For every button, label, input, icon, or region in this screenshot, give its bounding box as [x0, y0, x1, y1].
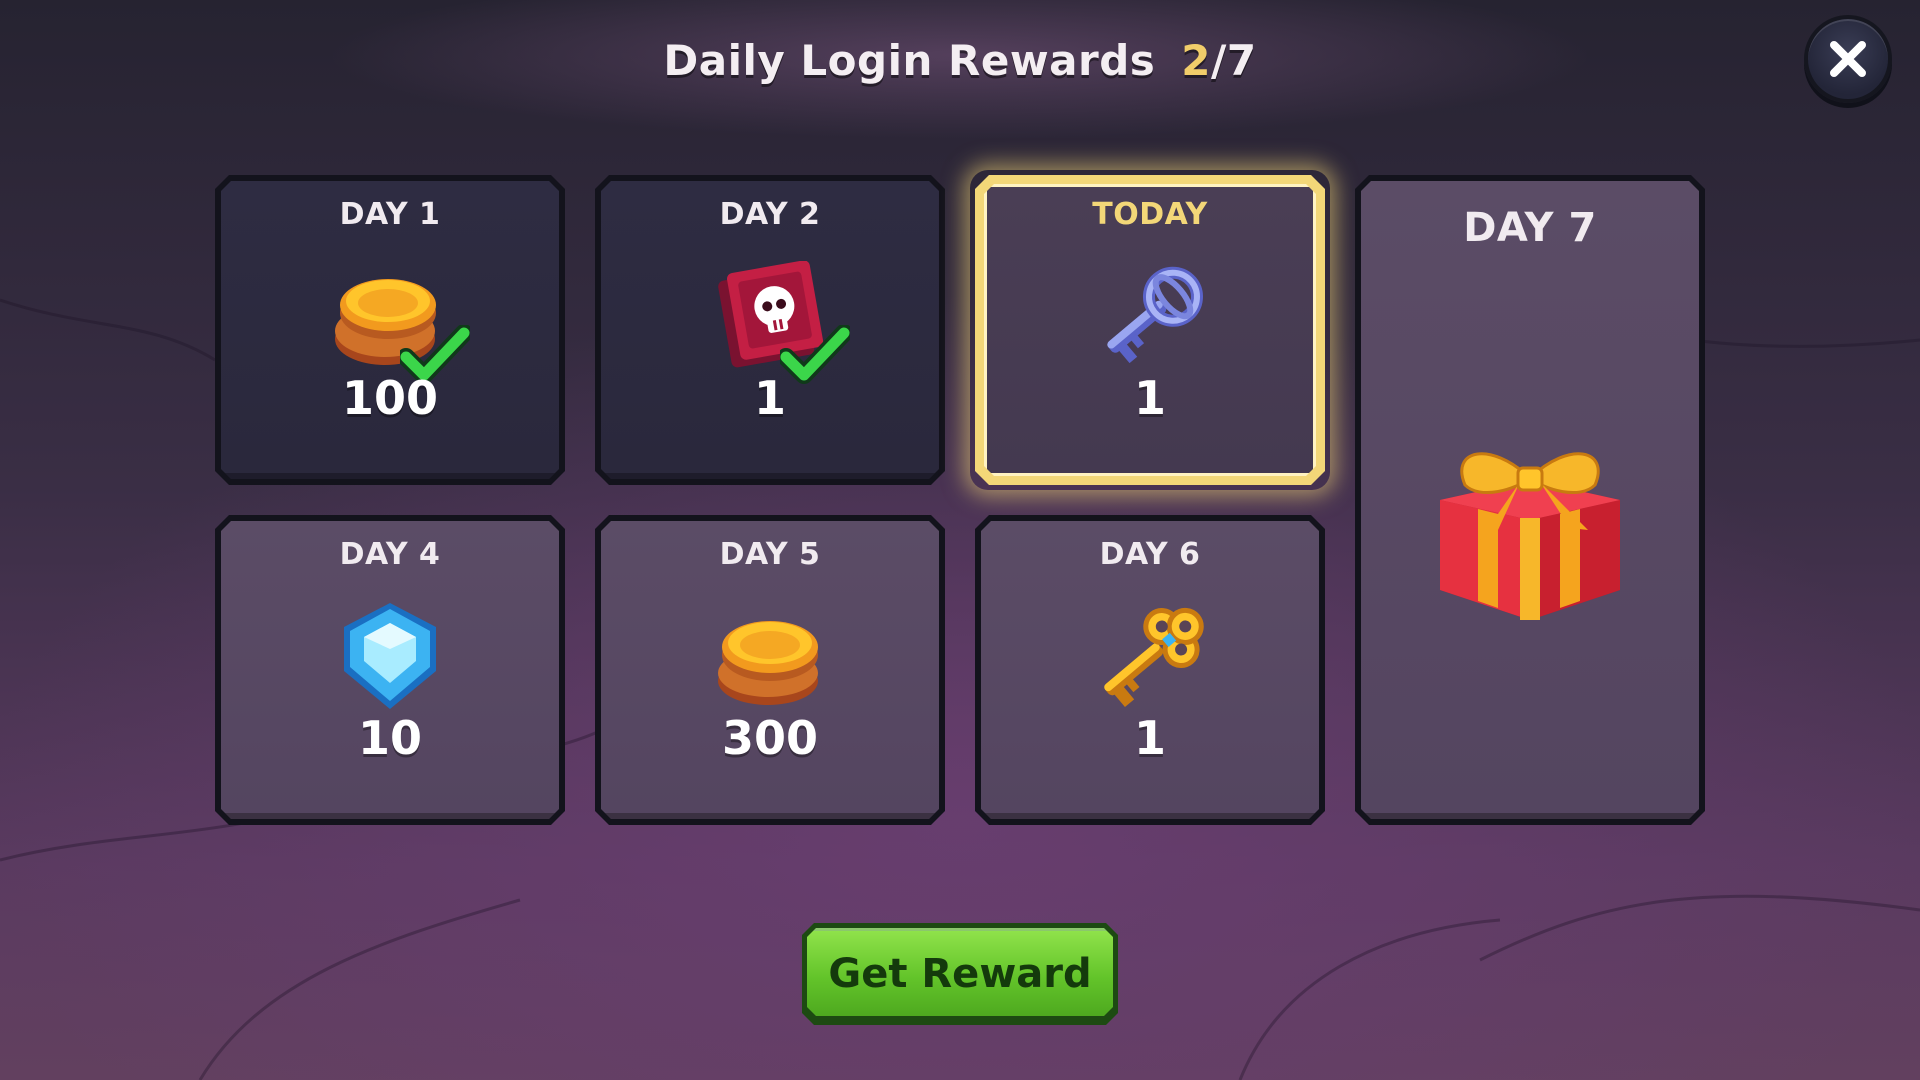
progress-total: 7 [1226, 35, 1257, 85]
get-reward-button[interactable]: Get Reward [802, 923, 1118, 1025]
reward-card-day-5[interactable]: DAY 5 300 [595, 515, 945, 825]
silver-key-icon [1107, 266, 1203, 364]
reward-card-day-2[interactable]: DAY 2 1 [595, 175, 945, 485]
day-label: DAY 5 [719, 537, 821, 572]
reward-amount: 1 [753, 371, 786, 425]
reward-amount: 1 [1133, 711, 1166, 765]
day-label: DAY 7 [1463, 205, 1597, 251]
day-label: DAY 2 [719, 197, 821, 232]
get-reward-label: Get Reward [807, 928, 1113, 1016]
reward-card-day-6[interactable]: DAY 6 1 [975, 515, 1325, 825]
day-label: DAY 4 [339, 537, 441, 572]
reward-amount: 100 [341, 371, 439, 425]
gold-key-icon [1104, 607, 1204, 708]
reward-amount: 10 [357, 711, 422, 765]
progress-current: 2 [1181, 35, 1211, 85]
day-label: TODAY [1092, 197, 1208, 232]
page-title: Daily Login Rewards [663, 35, 1156, 85]
reward-amount: 1 [1133, 371, 1166, 425]
day-label: DAY 1 [339, 197, 441, 232]
reward-card-day-1[interactable]: DAY 1 100 [215, 175, 565, 485]
gift-box-icon [1440, 452, 1620, 620]
blue-gem-icon [344, 603, 436, 709]
reward-card-today[interactable]: TODAY 1 [975, 175, 1325, 485]
reward-card-day-4[interactable]: DAY 4 10 [215, 515, 565, 825]
coins-icon [718, 621, 818, 705]
reward-amount: 300 [721, 711, 819, 765]
reward-card-day-7[interactable]: DAY 7 [1355, 175, 1705, 825]
close-icon [1830, 41, 1866, 77]
login-progress: 2 / 7 [1181, 36, 1256, 85]
progress-separator: / [1211, 35, 1227, 85]
close-button[interactable] [1804, 15, 1892, 103]
day-label: DAY 6 [1099, 537, 1201, 572]
title-bar: Daily Login Rewards 2 / 7 [0, 30, 1920, 90]
